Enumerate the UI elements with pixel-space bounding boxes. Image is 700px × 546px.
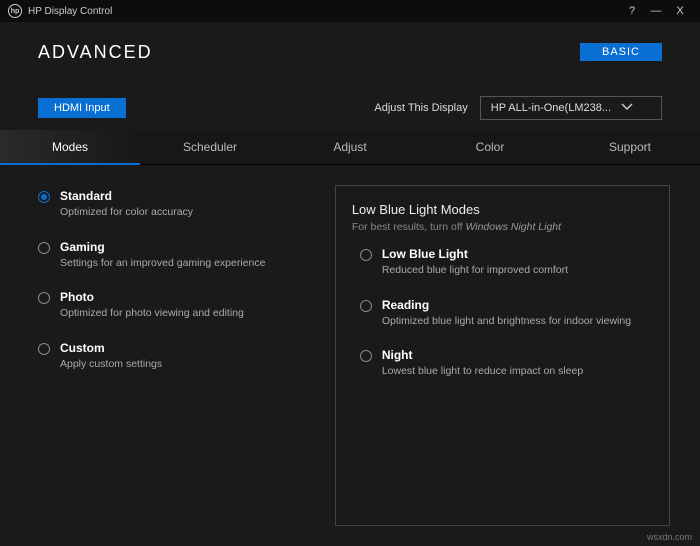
display-select[interactable]: HP ALL-in-One(LM238... (480, 96, 662, 120)
lbl-night[interactable]: Night Lowest blue light to reduce impact… (352, 348, 653, 379)
mode-name: Photo (60, 290, 244, 304)
basic-mode-button[interactable]: BASIC (580, 43, 662, 61)
titlebar: hp HP Display Control ? — X (0, 0, 700, 22)
mode-name: Night (382, 348, 583, 362)
adjust-display-label: Adjust This Display (374, 102, 467, 114)
low-blue-hint: For best results, turn off Windows Night… (352, 221, 653, 233)
mode-standard[interactable]: Standard Optimized for color accuracy (30, 189, 317, 220)
mode-desc: Settings for an improved gaming experien… (60, 256, 265, 271)
mode-name: Standard (60, 189, 193, 203)
mode-name: Low Blue Light (382, 247, 568, 261)
chevron-down-icon (621, 102, 633, 114)
mode-name: Custom (60, 341, 162, 355)
app-window: hp HP Display Control ? — X ADVANCED BAS… (0, 0, 700, 546)
tab-modes[interactable]: Modes (0, 130, 140, 164)
mode-photo[interactable]: Photo Optimized for photo viewing and ed… (30, 290, 317, 321)
hp-logo-icon: hp (8, 4, 22, 18)
mode-gaming[interactable]: Gaming Settings for an improved gaming e… (30, 240, 317, 271)
tabs: Modes Scheduler Adjust Color Support (0, 130, 700, 165)
content: Standard Optimized for color accuracy Ga… (0, 165, 700, 546)
mode-name: Reading (382, 298, 631, 312)
radio-standard[interactable] (38, 191, 50, 203)
tab-color[interactable]: Color (420, 130, 560, 164)
display-select-value: HP ALL-in-One(LM238... (491, 102, 611, 114)
radio-night[interactable] (360, 350, 372, 362)
modes-list: Standard Optimized for color accuracy Ga… (30, 185, 317, 526)
mode-desc: Apply custom settings (60, 357, 162, 372)
mode-name: Gaming (60, 240, 265, 254)
radio-reading[interactable] (360, 300, 372, 312)
watermark: wsxdn.com (647, 532, 692, 542)
low-blue-light-panel: Low Blue Light Modes For best results, t… (335, 185, 670, 526)
minimize-button[interactable]: — (644, 2, 668, 20)
tab-support[interactable]: Support (560, 130, 700, 164)
close-button[interactable]: X (668, 2, 692, 20)
radio-photo[interactable] (38, 292, 50, 304)
hint-em: Windows Night Light (465, 221, 561, 233)
mode-desc: Optimized for color accuracy (60, 205, 193, 220)
lbl-low-blue-light[interactable]: Low Blue Light Reduced blue light for im… (352, 247, 653, 278)
page-title: ADVANCED (38, 42, 153, 63)
tab-adjust[interactable]: Adjust (280, 130, 420, 164)
lbl-reading[interactable]: Reading Optimized blue light and brightn… (352, 298, 653, 329)
mode-custom[interactable]: Custom Apply custom settings (30, 341, 317, 372)
header: ADVANCED BASIC (0, 22, 700, 82)
help-button[interactable]: ? (620, 2, 644, 20)
hdmi-input-button[interactable]: HDMI Input (38, 98, 126, 118)
mode-desc: Lowest blue light to reduce impact on sl… (382, 364, 583, 379)
tab-scheduler[interactable]: Scheduler (140, 130, 280, 164)
mode-desc: Optimized blue light and brightness for … (382, 314, 631, 329)
radio-gaming[interactable] (38, 242, 50, 254)
mode-desc: Reduced blue light for improved comfort (382, 263, 568, 278)
radio-low-blue-light[interactable] (360, 249, 372, 261)
radio-custom[interactable] (38, 343, 50, 355)
app-title: HP Display Control (28, 6, 112, 17)
low-blue-title: Low Blue Light Modes (352, 202, 653, 217)
mode-desc: Optimized for photo viewing and editing (60, 306, 244, 321)
hint-prefix: For best results, turn off (352, 221, 466, 233)
subheader: HDMI Input Adjust This Display HP ALL-in… (0, 82, 700, 130)
